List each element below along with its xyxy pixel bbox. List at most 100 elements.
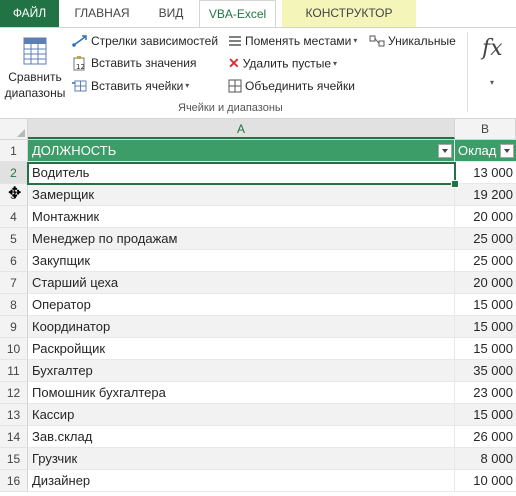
cell-salary[interactable]: 35 000 — [455, 360, 516, 382]
filter-dropdown-button[interactable] — [438, 144, 452, 158]
cell-salary[interactable]: 8 000 — [455, 448, 516, 470]
row-number[interactable]: 5 — [0, 228, 28, 250]
table-header-row: 1 ДОЛЖНОСТЬ Оклад — [0, 140, 516, 162]
cell-position[interactable]: Помошник бухгалтера — [28, 382, 455, 404]
swap-button[interactable]: Поменять местами ▾ — [228, 33, 357, 48]
row-number[interactable]: 7 — [0, 272, 28, 294]
cell-position[interactable]: Менеджер по продажам — [28, 228, 455, 250]
compare-ranges-button[interactable]: Сравнить диапазоны — [4, 32, 66, 102]
fill-handle[interactable] — [451, 180, 459, 188]
table-row: 12 Помошник бухгалтера 23 000 — [0, 382, 516, 404]
cell-position[interactable]: Раскройщик — [28, 338, 455, 360]
cell-position[interactable]: Координатор — [28, 316, 455, 338]
table-row: 4 Монтажник 20 000 — [0, 206, 516, 228]
table-row: 11 Бухгалтер 35 000 — [0, 360, 516, 382]
row-number[interactable]: 1 — [0, 140, 28, 162]
swap-dropdown-icon: ▾ — [353, 36, 358, 46]
cell-salary[interactable]: 15 000 — [455, 316, 516, 338]
row-number[interactable]: 14 — [0, 426, 28, 448]
merge-cells-button[interactable]: Объединить ячейки — [228, 78, 355, 93]
table-row: 15 Грузчик 8 000 — [0, 448, 516, 470]
row-number[interactable]: 6 — [0, 250, 28, 272]
cell-position[interactable]: Монтажник — [28, 206, 455, 228]
insert-cells-button[interactable]: Вставить ячейки ▾ — [72, 78, 189, 93]
row-number[interactable]: 2 — [0, 162, 28, 184]
insert-function-button[interactable]: fx — [482, 36, 503, 61]
header-cell-position[interactable]: ДОЛЖНОСТЬ — [28, 140, 455, 162]
tab-view[interactable]: ВИД — [147, 0, 195, 27]
cell-salary[interactable]: 25 000 — [455, 228, 516, 250]
cell-position[interactable]: Замерщик — [28, 184, 455, 206]
row-number[interactable]: 12 — [0, 382, 28, 404]
ribbon-panel: Сравнить диапазоны Стрелки зависимостей … — [0, 28, 516, 118]
cell-salary[interactable]: 25 000 — [455, 250, 516, 272]
merge-cells-icon — [228, 79, 242, 93]
mouse-cursor-icon: ✥ — [8, 185, 22, 202]
tab-constructor[interactable]: КОНСТРУКТОР — [282, 0, 416, 27]
table-row: 7 Старший цеха 20 000 — [0, 272, 516, 294]
unique-button[interactable]: Уникальные — [369, 33, 456, 48]
cell-position[interactable]: Оператор — [28, 294, 455, 316]
table-row: 10 Раскройщик 15 000 — [0, 338, 516, 360]
table-row: 13 Кассир 15 000 — [0, 404, 516, 426]
merge-cells-label: Объединить ячейки — [245, 78, 355, 93]
delete-empty-button[interactable]: ✕ Удалить пустые ▾ — [228, 55, 337, 72]
cell-salary[interactable]: 20 000 — [455, 272, 516, 294]
insert-cells-icon — [72, 80, 87, 92]
row-number[interactable]: 11 — [0, 360, 28, 382]
cell-salary[interactable]: 13 000 — [455, 162, 516, 184]
cell-salary[interactable]: 15 000 — [455, 404, 516, 426]
insert-values-icon: 12 — [73, 56, 85, 71]
ribbon-separator — [467, 32, 468, 112]
dependency-arrows-button[interactable]: Стрелки зависимостей — [72, 33, 218, 48]
table-row: 16 Дизайнер 10 000 — [0, 470, 516, 492]
table-row: 3 Замерщик 19 200 — [0, 184, 516, 206]
cell-position[interactable]: Зав.склад — [28, 426, 455, 448]
tab-file[interactable]: ФАЙЛ — [0, 0, 59, 27]
ribbon-tabs: ФАЙЛ ГЛАВНАЯ ВИД VBA-Excel КОНСТРУКТОР — [0, 0, 516, 27]
tab-home[interactable]: ГЛАВНАЯ — [62, 0, 142, 27]
cell-salary[interactable]: 15 000 — [455, 338, 516, 360]
table-row: 8 Оператор 15 000 — [0, 294, 516, 316]
row-number[interactable]: 8 — [0, 294, 28, 316]
cell-position[interactable]: Старший цеха — [28, 272, 455, 294]
column-header-b[interactable]: B — [455, 119, 516, 139]
table-row: 14 Зав.склад 26 000 — [0, 426, 516, 448]
tab-vba-excel[interactable]: VBA-Excel — [199, 0, 276, 27]
active-cell-outline — [27, 162, 456, 185]
cell-salary[interactable]: 20 000 — [455, 206, 516, 228]
delete-empty-label: Удалить пустые — [242, 56, 332, 71]
cell-position[interactable]: Бухгалтер — [28, 360, 455, 382]
table-row: 5 Менеджер по продажам 25 000 — [0, 228, 516, 250]
row-number[interactable]: 10 — [0, 338, 28, 360]
cell-position[interactable]: Кассир — [28, 404, 455, 426]
row-number[interactable]: 9 — [0, 316, 28, 338]
insert-values-button[interactable]: 12 Вставить значения — [72, 55, 197, 71]
swap-icon — [229, 36, 241, 46]
cell-salary[interactable]: 19 200 — [455, 184, 516, 206]
cell-position[interactable]: Грузчик — [28, 448, 455, 470]
row-number[interactable]: 4 — [0, 206, 28, 228]
filter-dropdown-button[interactable] — [500, 144, 514, 158]
cell-position[interactable]: Дизайнер — [28, 470, 455, 492]
cell-salary[interactable]: 23 000 — [455, 382, 516, 404]
cell-salary[interactable]: 26 000 — [455, 426, 516, 448]
cell-salary[interactable]: 15 000 — [455, 294, 516, 316]
compare-ranges-icon — [23, 37, 47, 65]
select-all-triangle-icon — [17, 129, 25, 137]
fx-dropdown-icon[interactable]: ▾ — [490, 78, 494, 87]
table-row: 9 Координатор 15 000 — [0, 316, 516, 338]
insert-cells-label: Вставить ячейки — [91, 78, 184, 93]
row-number[interactable]: 15 — [0, 448, 28, 470]
compare-ranges-label-1: Сравнить — [8, 70, 62, 84]
select-all-button[interactable] — [0, 119, 28, 139]
dependency-arrows-icon — [72, 35, 87, 47]
dependency-arrows-label: Стрелки зависимостей — [91, 33, 219, 48]
insert-cells-dropdown-icon: ▾ — [185, 81, 190, 91]
cell-position[interactable]: Закупщик — [28, 250, 455, 272]
table-row: 6 Закупщик 25 000 — [0, 250, 516, 272]
row-number[interactable]: 13 — [0, 404, 28, 426]
column-header-a[interactable]: A — [28, 119, 455, 139]
cell-salary[interactable]: 10 000 — [455, 470, 516, 492]
row-number[interactable]: 16 — [0, 470, 28, 492]
